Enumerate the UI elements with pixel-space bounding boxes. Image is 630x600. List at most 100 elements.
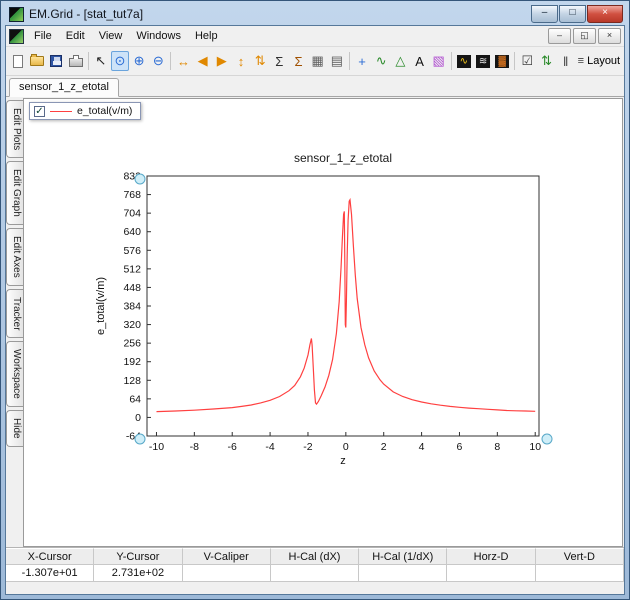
legend-line-sample: [50, 110, 72, 112]
chart[interactable]: sensor_1_z_etotal -6 4 0 64 128 192 256 320 384 4…: [91, 151, 555, 480]
status-header-y-cursor: Y-Cursor: [94, 548, 183, 565]
print-button[interactable]: [67, 51, 85, 71]
sum-y-button[interactable]: Σ: [289, 51, 307, 71]
side-tab-edit-graph[interactable]: Edit Graph: [6, 161, 23, 226]
svg-text:-6: -6: [228, 441, 237, 453]
polygon-tool-button[interactable]: △: [391, 51, 409, 71]
text-tool-button[interactable]: A: [410, 51, 428, 71]
pan-right-button[interactable]: ▶: [213, 51, 231, 71]
fft-view-button[interactable]: ∿: [455, 51, 473, 71]
colormap-view-icon: ▓: [495, 54, 510, 68]
pointer-tool-button[interactable]: ↖: [92, 51, 110, 71]
mdi-restore-button[interactable]: ◱: [573, 28, 596, 44]
save-file-button[interactable]: [47, 51, 65, 71]
spin-control-button[interactable]: ⇅: [537, 51, 555, 71]
svg-text:0: 0: [135, 412, 141, 424]
open-folder-button[interactable]: [28, 51, 46, 71]
zoom-window-icon: ⊙: [114, 53, 126, 68]
status-value-v-caliper: [182, 565, 271, 582]
minimize-button[interactable]: –: [531, 5, 558, 23]
content-area: Edit Plots Edit Graph Edit Axes Tracker Work…: [6, 97, 624, 547]
svg-text:4: 4: [419, 441, 425, 453]
window-title: EM.Grid - [stat_tut7a]: [29, 7, 144, 21]
options-checkbox-button[interactable]: ☑: [518, 51, 536, 71]
status-value-h-cal-dx: [270, 565, 360, 582]
toolbar-separator: [87, 52, 89, 70]
menu-file[interactable]: File: [27, 28, 59, 44]
full-scale-y-button[interactable]: ↕: [232, 51, 250, 71]
mdi-document-icon[interactable]: [9, 28, 24, 44]
side-tab-hide[interactable]: Hide: [6, 410, 23, 447]
mdi-minimize-button[interactable]: –: [548, 28, 571, 44]
menu-bar: File Edit View Windows Help – ◱ ×: [6, 26, 624, 47]
status-header-v-caliper: V-Caliper: [182, 548, 271, 565]
svg-text:10: 10: [529, 441, 541, 453]
tab-sensor-1-z-etotal[interactable]: sensor_1_z_etotal: [9, 78, 119, 97]
grid-table-button[interactable]: ▦: [309, 51, 327, 71]
text-tool-icon: A: [415, 53, 424, 69]
colormap-view-button[interactable]: ▓: [493, 51, 511, 71]
menu-windows[interactable]: Windows: [129, 28, 188, 44]
svg-text:2: 2: [381, 441, 387, 453]
side-tab-workspace[interactable]: Workspace: [6, 341, 23, 408]
zoom-window-button[interactable]: ⊙: [110, 51, 130, 71]
zoom-out-button[interactable]: ⊖: [149, 51, 167, 71]
side-tab-edit-axes[interactable]: Edit Axes: [6, 228, 23, 286]
status-value-h-cal-1-dx: [359, 565, 448, 582]
sum-x-icon: Σ: [275, 53, 284, 69]
legend-checkbox[interactable]: ✓: [34, 105, 45, 117]
curve-tool-button[interactable]: ∿: [372, 51, 390, 71]
status-header-horz-d: Horz-D: [447, 548, 536, 565]
svg-text:128: 128: [123, 375, 141, 387]
svg-text:384: 384: [123, 301, 141, 313]
close-button[interactable]: ×: [587, 5, 623, 23]
menu-items: File Edit View Windows Help: [27, 28, 225, 44]
status-value-y-cursor: 2.731e+02: [94, 565, 183, 582]
legend-box[interactable]: ✓ e_total(v/m): [29, 102, 142, 120]
zoom-in-button[interactable]: ⊕: [130, 51, 148, 71]
svg-text:640: 640: [123, 226, 141, 238]
toolbar: ↖ ⊙ ⊕ ⊖ ↔ ◀ ▶ ↕ ⇅ Σ Σ ▦ ▤ + ∿ △ A ▧ ∿ ≋ ▓ ☑ ⇅ ‖ ≡ Layout: [6, 47, 624, 76]
chart-canvas[interactable]: -6 4 0 64 128 192 256 320 384 448 512 576 640 704 768 8…: [91, 166, 555, 480]
toolbar-separator: [348, 52, 350, 70]
pan-left-button[interactable]: ◀: [194, 51, 212, 71]
app-icon: [9, 6, 24, 22]
mdi-close-button[interactable]: ×: [598, 28, 621, 44]
image-tool-button[interactable]: ▧: [430, 51, 448, 71]
zoom-out-icon: ⊖: [152, 53, 164, 68]
menu-edit[interactable]: Edit: [59, 28, 92, 44]
full-scale-x-button[interactable]: ↔: [174, 51, 192, 71]
pause-control-icon: ‖: [563, 53, 569, 69]
maximize-button[interactable]: □: [559, 5, 586, 23]
toolbar-separator: [514, 52, 516, 70]
spectrum-view-button[interactable]: ≋: [474, 51, 492, 71]
plot-area[interactable]: ✓ e_total(v/m) sensor_1_z_etotal -6 4 0 64 1…: [23, 98, 623, 547]
status-value-horz-d: [447, 565, 536, 582]
svg-text:320: 320: [123, 319, 141, 331]
svg-text:192: 192: [123, 356, 141, 368]
side-tab-tracker[interactable]: Tracker: [6, 288, 23, 339]
pause-control-button[interactable]: ‖: [557, 51, 575, 71]
crosshair-button[interactable]: +: [353, 51, 371, 71]
sum-x-button[interactable]: Σ: [270, 51, 288, 71]
title-bar[interactable]: EM.Grid - [stat_tut7a] – □ ×: [5, 1, 625, 25]
data-sheet-button[interactable]: ▤: [328, 51, 346, 71]
polygon-tool-icon: △: [395, 53, 406, 68]
menu-help[interactable]: Help: [188, 28, 225, 44]
menu-view[interactable]: View: [92, 28, 130, 44]
app-window: EM.Grid - [stat_tut7a] – □ × File Edit Vie…: [0, 0, 630, 600]
svg-text:512: 512: [123, 263, 141, 275]
autoscale-y-button[interactable]: ⇅: [251, 51, 269, 71]
side-tab-edit-plots[interactable]: Edit Plots: [6, 100, 23, 159]
legend-label: e_total(v/m): [77, 105, 133, 117]
new-file-button[interactable]: [9, 51, 27, 71]
status-header-row: X-Cursor Y-Cursor V-Caliper H-Cal (dX) H-Cal…: [6, 548, 624, 565]
layout-button[interactable]: ≡ Layout: [577, 51, 621, 71]
svg-text:768: 768: [123, 189, 141, 201]
fft-view-icon: ∿: [456, 54, 471, 68]
svg-text:6: 6: [457, 441, 463, 453]
grid-table-icon: ▦: [311, 53, 324, 68]
svg-text:576: 576: [123, 245, 141, 257]
svg-text:704: 704: [123, 208, 141, 220]
toolbar-separator: [170, 52, 172, 70]
